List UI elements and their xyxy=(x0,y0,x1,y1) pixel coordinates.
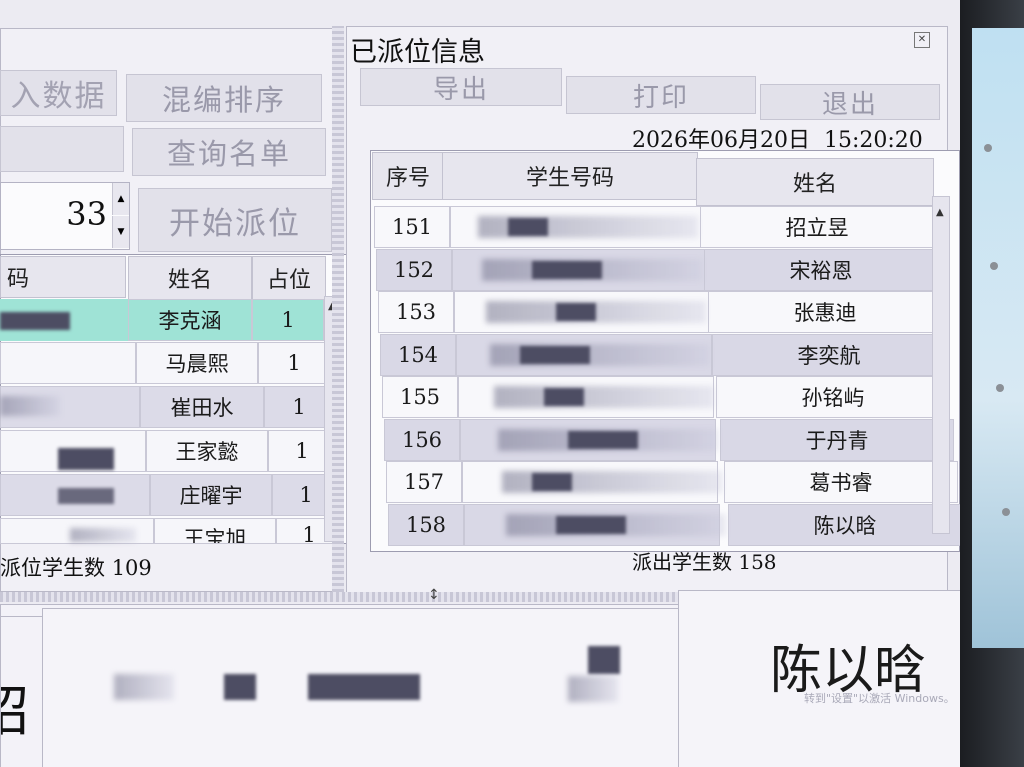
exit-button[interactable]: 退出 xyxy=(760,84,940,120)
stepper-down-arrow[interactable]: ▼ xyxy=(112,216,129,248)
start-assign-button[interactable]: 开始派位 xyxy=(138,188,332,252)
redacted-number xyxy=(568,430,638,449)
screw xyxy=(990,262,998,270)
screw xyxy=(1002,508,1010,516)
assigned-count: 109 xyxy=(111,556,152,580)
windows-activation-watermark: 转到"设置"以激活 Windows。 xyxy=(804,692,955,705)
row-name: 马晨熙 xyxy=(136,342,258,384)
row-no: 152 xyxy=(376,248,452,291)
row-name: 陈以晗 xyxy=(728,503,960,546)
right-table-scrollbar[interactable] xyxy=(932,196,950,534)
row-no: 156 xyxy=(384,418,460,461)
redacted-code xyxy=(0,396,60,416)
redacted-code xyxy=(58,448,114,470)
column-header-no[interactable]: 序号 xyxy=(372,152,444,200)
row-name: 庄曜宇 xyxy=(150,474,272,516)
redacted-number xyxy=(556,515,626,534)
row-name: 张惠迪 xyxy=(708,291,942,333)
screw xyxy=(996,384,1004,392)
column-header-name[interactable]: 姓名 xyxy=(128,256,252,300)
column-header-code[interactable]: 码 xyxy=(0,256,126,298)
redacted-number xyxy=(308,674,420,700)
quantity-stepper[interactable]: 33 ▲ ▼ xyxy=(0,182,130,250)
row-name: 王宝旭 xyxy=(154,518,276,544)
export-button[interactable]: 导出 xyxy=(360,68,562,106)
row-name: 崔田水 xyxy=(140,386,264,428)
mix-sort-button[interactable]: 混编排序 xyxy=(126,74,322,122)
row-name: 宋裕恩 xyxy=(704,248,938,291)
redacted-code xyxy=(0,312,70,330)
left-char-box: 昭 xyxy=(0,616,44,767)
row-name: 招立昱 xyxy=(700,206,934,248)
redacted-number xyxy=(544,388,584,406)
redacted-code xyxy=(58,488,114,504)
stepper-value: 33 xyxy=(66,195,107,233)
redacted-number xyxy=(556,303,596,321)
redacted-number xyxy=(568,676,618,702)
screen: 入数据 混编排序 查询名单 33 ▲ ▼ 开始派位 码 姓名 占位 李克涵 1 … xyxy=(0,0,960,767)
row-no: 158 xyxy=(388,503,464,546)
blank-button[interactable] xyxy=(0,126,124,172)
import-data-button[interactable]: 入数据 xyxy=(0,70,117,116)
redacted-code xyxy=(70,528,136,542)
row-seats: 1 xyxy=(252,299,324,341)
dispatched-count: 158 xyxy=(738,550,777,574)
panel-splitter[interactable] xyxy=(332,26,344,592)
row-name: 孙铭屿 xyxy=(716,376,950,418)
row-code xyxy=(0,342,136,384)
redacted-number xyxy=(224,674,256,700)
redacted-number xyxy=(508,218,548,236)
row-name: 李克涵 xyxy=(128,299,252,341)
column-header-name[interactable]: 姓名 xyxy=(696,158,934,206)
query-list-button[interactable]: 查询名单 xyxy=(132,128,326,176)
row-no: 157 xyxy=(386,461,462,503)
row-no: 154 xyxy=(380,333,456,376)
close-icon[interactable]: ✕ xyxy=(914,32,930,48)
column-header-student-number[interactable]: 学生号码 xyxy=(442,152,698,200)
column-header-seats[interactable]: 占位 xyxy=(252,256,326,300)
background-window xyxy=(972,28,1024,648)
row-no: 151 xyxy=(374,206,450,248)
redacted-number xyxy=(588,646,620,674)
row-name: 葛书睿 xyxy=(724,461,958,503)
stepper-up-arrow[interactable]: ▲ xyxy=(112,183,129,215)
row-no: 153 xyxy=(378,291,454,333)
row-name: 王家懿 xyxy=(146,430,268,472)
row-name: 李奕航 xyxy=(712,333,946,376)
redacted-number xyxy=(486,301,706,323)
redacted-number xyxy=(532,473,572,491)
row-name: 于丹青 xyxy=(720,418,954,461)
screw xyxy=(984,144,992,152)
redacted-number xyxy=(532,260,602,279)
scroll-up-arrow[interactable]: ▲ xyxy=(936,208,944,218)
splitter-handle-icon[interactable]: ↕ xyxy=(428,584,440,606)
row-seats: 1 xyxy=(258,342,330,384)
row-no: 155 xyxy=(382,376,458,418)
redacted-number xyxy=(494,386,714,408)
assigned-count-label: 派位学生数 109 xyxy=(0,556,152,580)
redacted-number xyxy=(114,674,174,700)
redacted-number xyxy=(520,345,590,364)
print-button[interactable]: 打印 xyxy=(566,76,756,114)
dispatched-count-label: 派出学生数 158 xyxy=(632,550,777,574)
panel-title: 已派位信息 xyxy=(350,37,485,68)
